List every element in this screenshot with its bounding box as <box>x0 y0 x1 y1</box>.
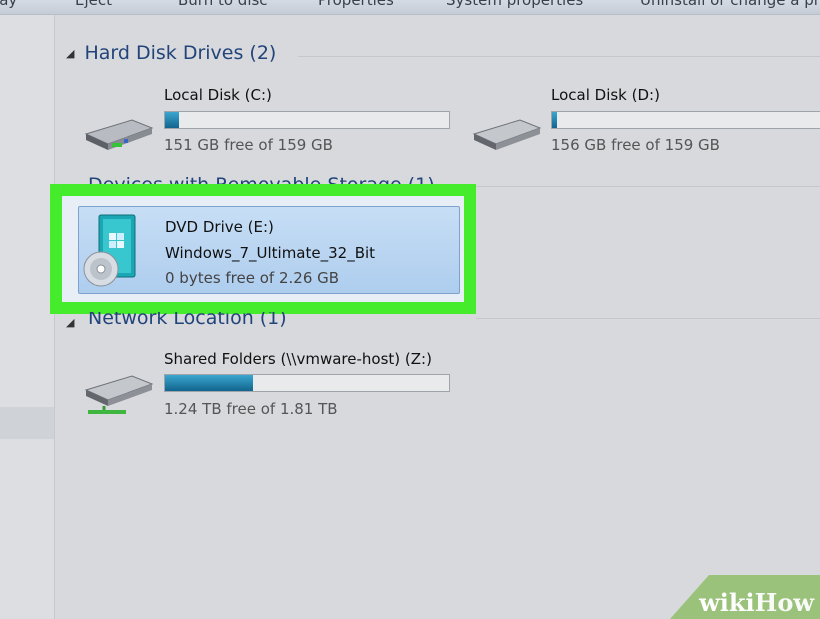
nav-selected-item[interactable] <box>0 407 54 439</box>
network-drive-icon <box>84 375 154 414</box>
hard-drive-icon <box>472 119 542 150</box>
drive-usage-bar <box>164 374 450 392</box>
collapse-triangle-icon[interactable]: ◢ <box>66 47 74 60</box>
drive-tile-dvd[interactable]: DVD Drive (E:) Windows_7_Ultimate_32_Bit… <box>78 206 460 294</box>
drive-name: Local Disk (C:) <box>164 86 272 104</box>
drive-usage-bar <box>164 111 450 129</box>
drive-name: Local Disk (D:) <box>551 86 660 104</box>
group-divider <box>476 318 820 319</box>
dvd-free-space: 0 bytes free of 2.26 GB <box>165 269 340 287</box>
dvd-drive-name: DVD Drive (E:) <box>165 218 274 236</box>
hard-drive-icon <box>84 119 154 150</box>
group-header-label: Hard Disk Drives (2) <box>84 42 277 64</box>
drive-name: Shared Folders (\\vmware-host) (Z:) <box>164 350 432 368</box>
toolbar-eject-button[interactable]: Eject <box>75 0 112 9</box>
drive-usage-fill <box>165 375 254 391</box>
drive-free-space: 151 GB free of 159 GB <box>164 136 333 154</box>
drive-usage-fill <box>165 112 180 128</box>
command-toolbar: Play Eject Burn to disc Properties Syste… <box>0 0 820 15</box>
drive-usage-fill <box>552 112 558 128</box>
toolbar-system-properties-button[interactable]: System properties <box>446 0 583 9</box>
collapse-triangle-icon[interactable]: ◢ <box>66 316 74 329</box>
toolbar-properties-button[interactable]: Properties <box>318 0 394 9</box>
group-header-hard-disk[interactable]: ◢ Hard Disk Drives (2) <box>66 42 276 64</box>
group-divider <box>298 56 820 57</box>
drive-free-space: 1.24 TB free of 1.81 TB <box>164 400 338 418</box>
dvd-volume-label: Windows_7_Ultimate_32_Bit <box>165 244 376 262</box>
toolbar-play-button[interactable]: Play <box>0 0 17 9</box>
navigation-pane[interactable] <box>0 15 55 619</box>
dvd-drive-icon <box>83 214 136 287</box>
toolbar-burn-button[interactable]: Burn to disc <box>178 0 268 9</box>
drive-free-space: 156 GB free of 159 GB <box>551 136 720 154</box>
toolbar-uninstall-button[interactable]: Uninstall or change a program <box>640 0 820 9</box>
drive-usage-bar <box>551 111 820 129</box>
group-header-network[interactable]: ◢ Network Location (1) <box>66 312 466 332</box>
group-header-label: Network Location (1) <box>88 312 287 329</box>
group-divider <box>440 186 820 187</box>
watermark-logo: wikiHow <box>699 588 814 617</box>
